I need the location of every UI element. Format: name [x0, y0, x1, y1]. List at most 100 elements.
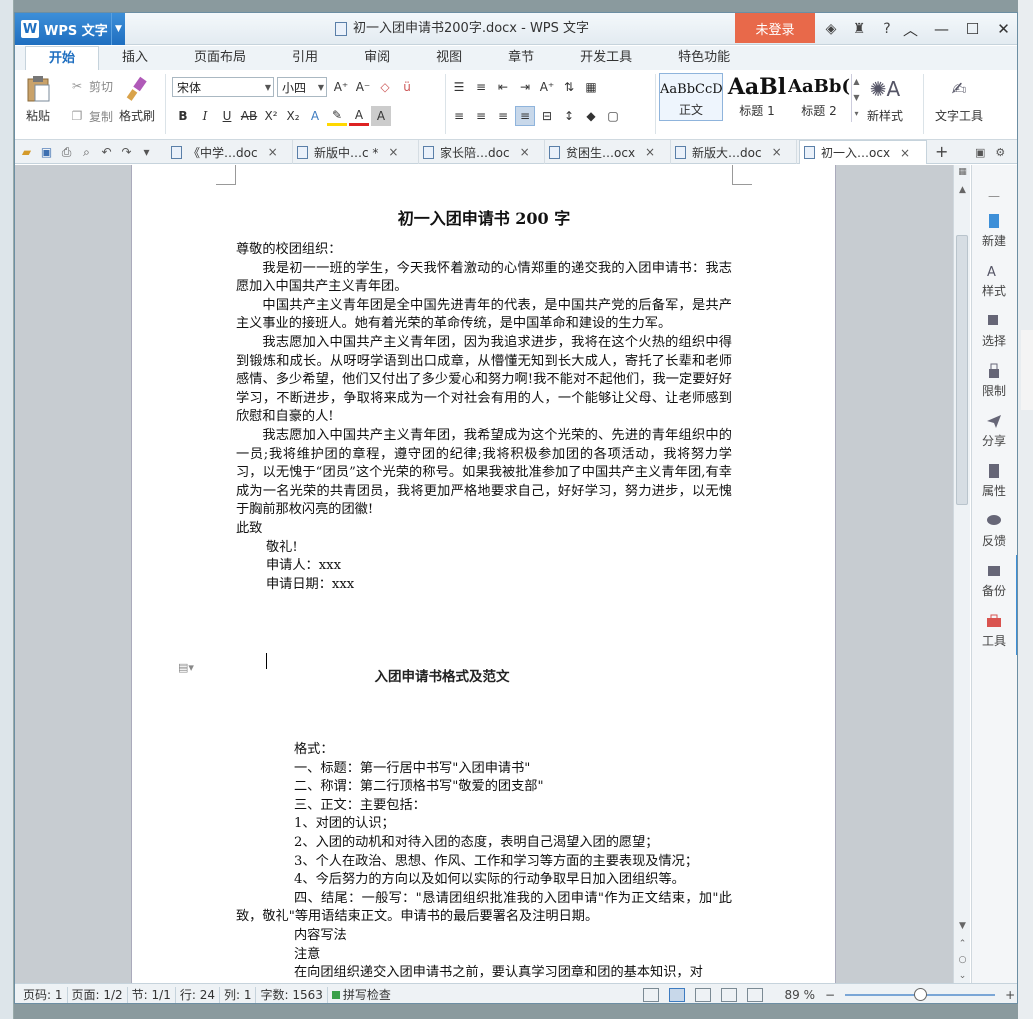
cut-button[interactable]: ✂ 剪切 [67, 76, 113, 96]
new-tab-icon[interactable]: + [935, 140, 948, 164]
tab-page-layout[interactable]: 页面布局 [171, 46, 269, 70]
doc-tab[interactable]: 家长陪…doc × [419, 140, 545, 164]
app-menu-button[interactable]: W WPS 文字 ▼ [15, 13, 125, 45]
reading-view-icon[interactable] [747, 988, 763, 1002]
save-icon[interactable]: ▣ [39, 145, 54, 159]
subscript-icon[interactable]: X₂ [283, 106, 303, 126]
tab-view[interactable]: 视图 [413, 46, 485, 70]
tab-insert[interactable]: 插入 [99, 46, 171, 70]
status-page-code[interactable]: 页码: 1 [15, 986, 68, 1003]
tab-list-icon[interactable]: ▣ [975, 146, 985, 159]
text-tools-button[interactable]: ✍ 文字工具 [935, 74, 983, 124]
italic-icon[interactable]: I [195, 106, 215, 126]
print-icon[interactable]: ⎙ [59, 145, 74, 160]
bold-icon[interactable]: B [173, 106, 193, 126]
highlight-icon[interactable]: ✎ [327, 106, 347, 126]
open-folder-icon[interactable]: ▰ [19, 145, 34, 159]
undo-icon[interactable]: ↶ [99, 145, 114, 159]
distributed-icon[interactable]: ⊟ [537, 106, 557, 126]
web-view-icon[interactable] [721, 988, 737, 1002]
format-section[interactable]: 格式： 一、标题：第一行居中书写"入团申请书" 二、称谓：第二行顶格书写"敬爱的… [236, 741, 732, 983]
pane-share[interactable]: 分享 [972, 413, 1016, 449]
align-center-icon[interactable]: ≡ [471, 106, 491, 126]
tab-references[interactable]: 引用 [269, 46, 341, 70]
format-painter-button[interactable]: 格式刷 [119, 74, 155, 124]
pane-new[interactable]: 新建 [972, 213, 1016, 249]
border-icon[interactable]: ▢ [603, 106, 623, 126]
underline-icon[interactable]: U [217, 106, 237, 126]
zoom-in-icon[interactable]: + [1005, 988, 1015, 1002]
paste-button[interactable]: 粘贴 [23, 74, 53, 124]
select-browse-icon[interactable]: ○ [954, 955, 971, 965]
bullet-list-icon[interactable]: ☰ [449, 77, 469, 97]
tab-features[interactable]: 特色功能 [655, 46, 753, 70]
strikethrough-icon[interactable]: AB [239, 106, 259, 126]
pane-backup[interactable]: 备份 [972, 563, 1016, 599]
doc-tab-active[interactable]: 初一入…ocx × [799, 140, 927, 164]
doc-tab[interactable]: 贫困生…ocx × [545, 140, 671, 164]
doc-tab[interactable]: 新版中…c * × [293, 140, 419, 164]
shrink-font-icon[interactable]: A⁻ [353, 77, 373, 97]
status-section[interactable]: 节: 1/1 [128, 986, 176, 1003]
pane-tools[interactable]: 工具 [972, 613, 1016, 649]
decrease-indent-icon[interactable]: ⇤ [493, 77, 513, 97]
grow-font-icon[interactable]: A⁺ [331, 77, 351, 97]
zoom-out-icon[interactable]: − [825, 988, 835, 1002]
style-heading-1[interactable]: AaBl 标题 1 [725, 73, 789, 121]
pinyin-icon[interactable]: ü [397, 77, 417, 97]
redo-icon[interactable]: ↷ [119, 145, 134, 159]
paragraph-menu-icon[interactable]: ▤▾ [178, 661, 194, 674]
style-normal[interactable]: AaBbCcD 正文 [659, 73, 723, 121]
pane-collapse-icon[interactable]: — [972, 189, 1016, 203]
tab-settings-icon[interactable]: ⚙ [995, 146, 1005, 159]
ruler-toggle-icon[interactable]: ▦ [954, 167, 971, 177]
style-heading-2[interactable]: AaBb( 标题 2 [787, 73, 851, 121]
font-name-select[interactable]: 宋体 ▼ [172, 77, 274, 97]
tab-home[interactable]: 开始 [25, 46, 100, 70]
sort-icon[interactable]: ⇅ [559, 77, 579, 97]
copy-button[interactable]: ❐ 复制 [67, 106, 113, 126]
fullscreen-view-icon[interactable] [643, 988, 659, 1002]
style-gallery-scroll[interactable]: ▲ ▼ ▾ [851, 74, 861, 122]
zoom-level[interactable]: 89 % [773, 988, 816, 1002]
shirt-icon[interactable]: ♜ [849, 21, 869, 37]
skin-icon[interactable]: ◈ [821, 21, 841, 37]
increase-indent-icon[interactable]: ⇥ [515, 77, 535, 97]
tab-developer[interactable]: 开发工具 [557, 46, 655, 70]
next-page-icon[interactable]: ⌄ [954, 971, 971, 981]
close-icon[interactable]: × [388, 145, 398, 159]
zoom-slider[interactable] [845, 988, 996, 1001]
tab-chapter[interactable]: 章节 [485, 46, 557, 70]
close-icon[interactable]: ✕ [988, 20, 1017, 38]
chinese-layout-icon[interactable]: A⁺ [537, 77, 557, 97]
close-icon[interactable]: × [900, 146, 910, 160]
align-right-icon[interactable]: ≡ [493, 106, 513, 126]
align-justify-icon[interactable]: ≡ [515, 106, 535, 126]
prev-page-icon[interactable]: ⌃ [954, 939, 971, 949]
close-icon[interactable]: × [520, 145, 530, 159]
print-preview-icon[interactable]: ⌕ [79, 145, 94, 160]
maximize-icon[interactable]: ☐ [957, 20, 988, 38]
chevron-down-icon[interactable]: ▾ [139, 145, 154, 159]
collapse-icon[interactable]: ︿ [895, 19, 926, 40]
pane-select[interactable]: 选择 [972, 313, 1016, 349]
doc-tab[interactable]: 新版大…doc × [671, 140, 797, 164]
chevron-down-icon[interactable]: ▼ [111, 13, 125, 45]
pane-feedback[interactable]: 反馈 [972, 513, 1016, 549]
char-shading-icon[interactable]: A [371, 106, 391, 126]
close-icon[interactable]: × [645, 145, 655, 159]
doc-tab[interactable]: 《中学…doc × [167, 140, 293, 164]
pane-restrict[interactable]: 限制 [972, 363, 1016, 399]
tab-review[interactable]: 审阅 [341, 46, 413, 70]
close-icon[interactable]: × [268, 145, 278, 159]
shading-icon[interactable]: ◆ [581, 106, 601, 126]
login-button[interactable]: 未登录 [735, 13, 815, 43]
scrollbar-thumb[interactable] [956, 235, 968, 505]
scroll-up-icon[interactable]: ▲ [954, 185, 971, 195]
zoom-slider-knob[interactable] [914, 988, 928, 1001]
table-border-icon[interactable]: ▦ [581, 77, 601, 97]
document-page[interactable]: 初一入团申请书 200 字 尊敬的校团组织： 我是初一一班的学生，今天我怀着激动… [131, 165, 836, 983]
text-effect-icon[interactable]: A [305, 106, 325, 126]
pane-styles[interactable]: A 样式 [972, 263, 1016, 299]
document-body[interactable]: 初一入团申请书 200 字 尊敬的校团组织： 我是初一一班的学生，今天我怀着激动… [236, 165, 732, 594]
